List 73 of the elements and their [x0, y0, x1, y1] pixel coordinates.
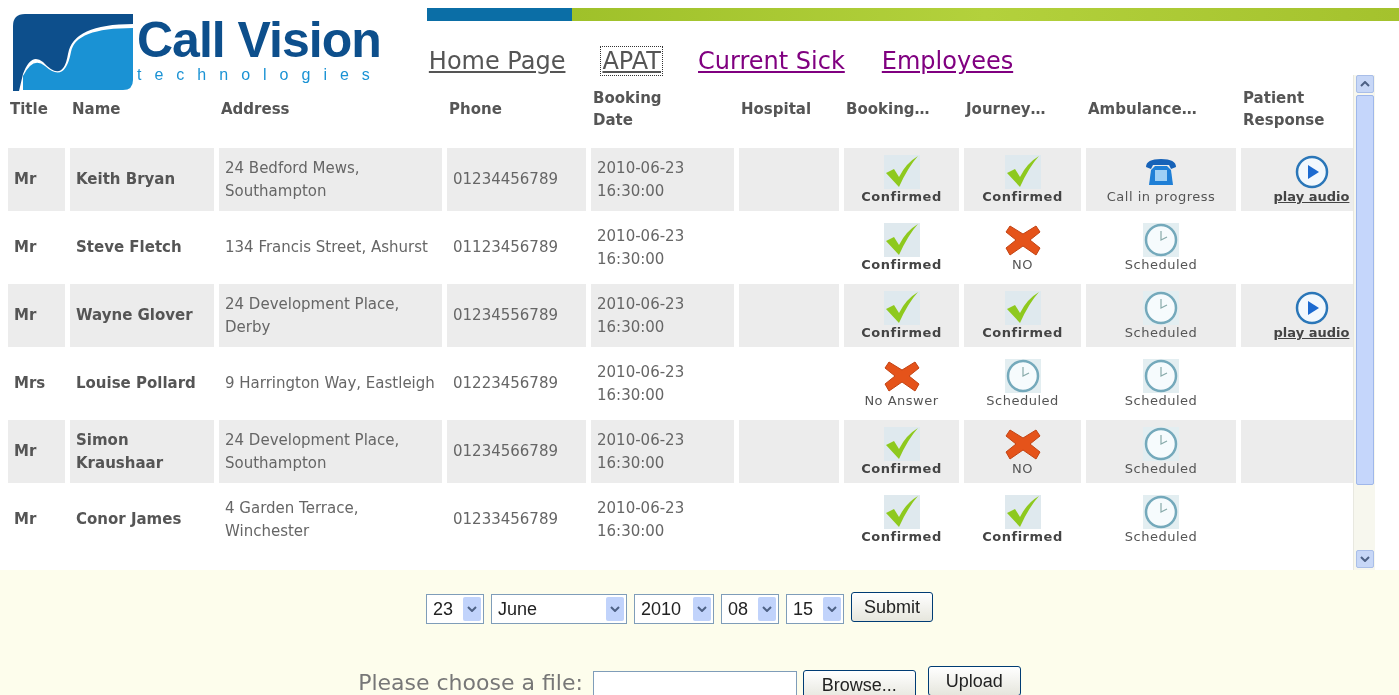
nav-link[interactable]: Employees	[880, 47, 1015, 75]
status-cell: Scheduled	[1086, 284, 1236, 347]
dropdown[interactable]: 23	[426, 594, 484, 624]
dropdown[interactable]: 15	[786, 594, 844, 624]
table-cell: Mr	[8, 420, 65, 483]
table-cell: 01234556789	[447, 284, 586, 347]
column-header: Booking…	[846, 100, 930, 118]
status-cell: Call in progress	[1086, 148, 1236, 211]
dropdown[interactable]: June	[491, 594, 627, 624]
nav-link[interactable]: APAT	[601, 47, 663, 75]
table-cell: 2010-06-23 16:30:00	[591, 420, 734, 483]
clock-icon	[1143, 426, 1179, 461]
status-cell: Scheduled	[1086, 420, 1236, 483]
scroll-down-button[interactable]	[1355, 550, 1374, 568]
logo-tagline: technologies	[137, 67, 383, 83]
column-header: Phone	[449, 100, 502, 118]
column-header: Journey…	[966, 100, 1046, 118]
scroll-up-button[interactable]	[1355, 75, 1374, 93]
dropdown[interactable]: 08	[721, 594, 779, 624]
play-audio-link[interactable]: play audio	[1273, 189, 1350, 204]
upload-button[interactable]: Upload	[927, 666, 1021, 695]
check-icon	[1004, 494, 1041, 529]
column-header: Title	[10, 100, 48, 118]
browse-button[interactable]: Browse...	[802, 670, 916, 695]
column-header: Patient Response	[1243, 88, 1326, 131]
table-cell: 01234456789	[447, 148, 586, 211]
check-icon	[883, 290, 920, 325]
play-audio-link[interactable]: play audio	[1273, 325, 1350, 340]
status-cell: NO	[964, 420, 1081, 483]
column-header: Address	[221, 100, 290, 118]
clock-icon	[1143, 358, 1179, 393]
clock-icon	[1143, 222, 1179, 257]
nav-link[interactable]: Current Sick	[697, 47, 846, 75]
clock-icon	[1143, 494, 1179, 529]
clock-icon	[1004, 358, 1041, 393]
status-cell: Confirmed	[964, 284, 1081, 347]
dropdown[interactable]: 2010	[634, 594, 714, 624]
table-cell: Mr	[8, 284, 65, 347]
check-icon	[883, 426, 920, 461]
table-cell: 24 Development Place, Southampton	[219, 420, 442, 483]
check-icon	[883, 154, 920, 189]
play-icon[interactable]	[1293, 155, 1330, 189]
column-header: Ambulance…	[1088, 100, 1197, 118]
table-cell: Wayne Glover	[70, 284, 214, 347]
status-cell: Confirmed	[844, 420, 959, 483]
check-icon	[1004, 290, 1041, 325]
table-cell: Simon Kraushaar	[70, 420, 214, 483]
table-cell: 2010-06-23 16:30:00	[591, 284, 734, 347]
nav-link[interactable]: Home Page	[427, 47, 567, 75]
check-icon	[883, 222, 920, 257]
table-cell: Keith Bryan	[70, 148, 214, 211]
logo-icon	[13, 14, 133, 91]
column-header: Name	[72, 100, 121, 118]
status-cell: Confirmed	[844, 284, 959, 347]
status-cell: Confirmed	[844, 148, 959, 211]
file-path-field[interactable]	[592, 671, 797, 695]
clock-icon	[1143, 290, 1179, 325]
table-cell: 2010-06-23 16:30:00	[591, 148, 734, 211]
submit-button[interactable]: Submit	[851, 592, 933, 622]
table-cell: 01234566789	[447, 420, 586, 483]
table-cell: Mr	[8, 148, 65, 211]
scrollbar[interactable]	[1353, 75, 1375, 570]
logo-text: Call Vision	[137, 11, 382, 68]
column-header: Hospital	[741, 100, 812, 118]
check-icon	[1004, 154, 1041, 189]
table-cell: 24 Development Place, Derby	[219, 284, 442, 347]
upload-label: Please choose a file:	[358, 668, 583, 695]
scroll-thumb[interactable]	[1355, 95, 1374, 485]
column-header: Booking Date	[593, 88, 663, 131]
table-cell: 24 Bedford Mews, Southampton	[219, 148, 442, 211]
check-icon	[883, 494, 920, 529]
status-cell: Confirmed	[964, 148, 1081, 211]
play-icon[interactable]	[1293, 291, 1330, 325]
